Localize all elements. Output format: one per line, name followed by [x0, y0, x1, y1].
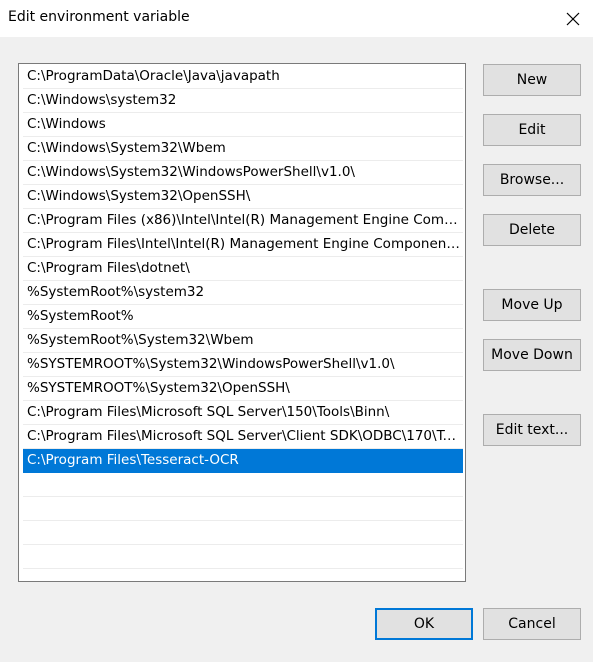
new-button[interactable]: New: [483, 64, 581, 96]
list-item-empty[interactable]: [23, 497, 463, 521]
list-item[interactable]: C:\Program Files (x86)\Intel\Intel(R) Ma…: [23, 209, 463, 233]
list-item[interactable]: %SYSTEMROOT%\System32\OpenSSH\: [23, 377, 463, 401]
edit-text-button[interactable]: Edit text...: [483, 414, 581, 446]
list-item-selected[interactable]: C:\Program Files\Tesseract-OCR: [23, 449, 463, 473]
browse-button[interactable]: Browse...: [483, 164, 581, 196]
list-item-empty[interactable]: [23, 521, 463, 545]
list-item[interactable]: C:\Program Files\Microsoft SQL Server\15…: [23, 401, 463, 425]
move-down-button[interactable]: Move Down: [483, 339, 581, 371]
ok-button[interactable]: OK: [375, 608, 473, 640]
list-item[interactable]: %SystemRoot%: [23, 305, 463, 329]
list-item[interactable]: C:\Program Files\dotnet\: [23, 257, 463, 281]
cancel-button[interactable]: Cancel: [483, 608, 581, 640]
move-up-button[interactable]: Move Up: [483, 289, 581, 321]
list-item[interactable]: C:\Windows\system32: [23, 89, 463, 113]
path-list[interactable]: C:\ProgramData\Oracle\Java\javapath C:\Wi…: [18, 63, 466, 582]
edit-environment-variable-dialog: Edit environment variable C:\ProgramData…: [0, 0, 593, 662]
edit-button[interactable]: Edit: [483, 114, 581, 146]
list-item[interactable]: C:\Program Files\Microsoft SQL Server\Cl…: [23, 425, 463, 449]
list-item-empty[interactable]: [23, 473, 463, 497]
list-item[interactable]: C:\Windows\System32\OpenSSH\: [23, 185, 463, 209]
close-button[interactable]: [553, 0, 593, 37]
list-item[interactable]: %SystemRoot%\System32\Wbem: [23, 329, 463, 353]
window-title: Edit environment variable: [8, 9, 190, 25]
list-item[interactable]: C:\Windows\System32\WindowsPowerShell\v1…: [23, 161, 463, 185]
close-icon: [566, 12, 580, 25]
list-item-empty[interactable]: [23, 545, 463, 569]
list-item[interactable]: C:\Windows: [23, 113, 463, 137]
list-item[interactable]: C:\Program Files\Intel\Intel(R) Manageme…: [23, 233, 463, 257]
delete-button[interactable]: Delete: [483, 214, 581, 246]
list-item[interactable]: C:\Windows\System32\Wbem: [23, 137, 463, 161]
list-item[interactable]: C:\ProgramData\Oracle\Java\javapath: [23, 65, 463, 89]
list-item[interactable]: %SystemRoot%\system32: [23, 281, 463, 305]
list-item[interactable]: %SYSTEMROOT%\System32\WindowsPowerShell\…: [23, 353, 463, 377]
title-bar[interactable]: Edit environment variable: [0, 0, 593, 37]
